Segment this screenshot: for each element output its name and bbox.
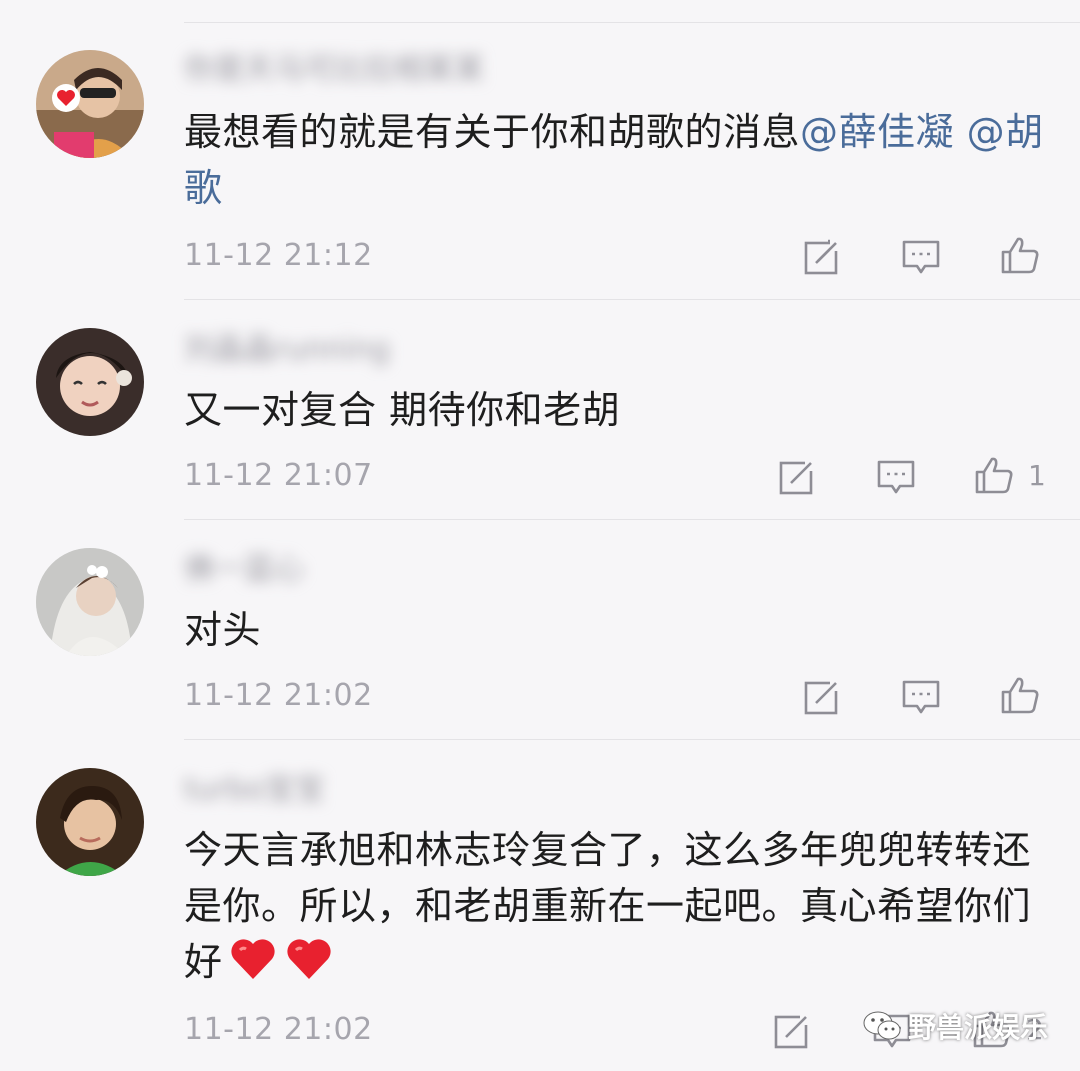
comment-icon[interactable] (901, 237, 941, 277)
wechat-icon (863, 1011, 901, 1040)
thumbs-up-icon[interactable] (1000, 675, 1040, 715)
top-divider (184, 22, 1080, 23)
avatar[interactable] (36, 548, 144, 656)
avatar[interactable] (36, 328, 144, 436)
avatar[interactable] (36, 50, 144, 158)
repost-icon[interactable] (777, 457, 817, 497)
divider (184, 519, 1080, 520)
timestamp: 11-12 21:02 (184, 1012, 373, 1047)
comment-text: 又一对复合 期待你和老胡 (184, 388, 621, 432)
watermark-text: 野兽派娱乐 (908, 1011, 1049, 1044)
repost-icon[interactable] (802, 677, 842, 717)
comment-text: 今天言承旭和林志玲复合了，这么多年兜兜转转还是你。所以，和老胡重新在一起吧。真心… (184, 822, 1044, 990)
comment-text-body: 最想看的就是有关于你和胡歌的消息 (184, 110, 801, 154)
divider (184, 299, 1080, 300)
watermark: 野兽派娱乐 (862, 1006, 1048, 1046)
comment-text: 对头 (184, 608, 262, 652)
thumbs-up-icon[interactable] (1000, 235, 1040, 275)
timestamp: 11-12 21:12 (184, 238, 373, 273)
comment-text: 最想看的就是有关于你和胡歌的消息@薛佳凝 @胡歌 (184, 104, 1044, 216)
mention-link[interactable]: @薛佳凝 (800, 110, 954, 154)
timestamp: 11-12 21:02 (184, 678, 373, 713)
timestamp: 11-12 21:07 (184, 458, 373, 493)
avatar[interactable] (36, 768, 144, 876)
username[interactable]: 刘晶晶running (184, 332, 390, 368)
heart-emoji-icon (286, 939, 331, 979)
comment-icon[interactable] (901, 677, 941, 717)
heart-emoji-icon (230, 939, 275, 979)
username[interactable]: 佛一蓝心 (184, 552, 304, 588)
thumbs-up-icon[interactable] (974, 455, 1014, 495)
username[interactable]: 你是天马可比拉相某某 (184, 52, 484, 88)
divider (184, 739, 1080, 740)
comment-icon[interactable] (876, 457, 916, 497)
username[interactable]: turbo宝宝 (184, 772, 325, 808)
repost-icon[interactable] (772, 1011, 812, 1051)
like-count: 1 (1028, 459, 1046, 492)
repost-icon[interactable] (802, 237, 842, 277)
